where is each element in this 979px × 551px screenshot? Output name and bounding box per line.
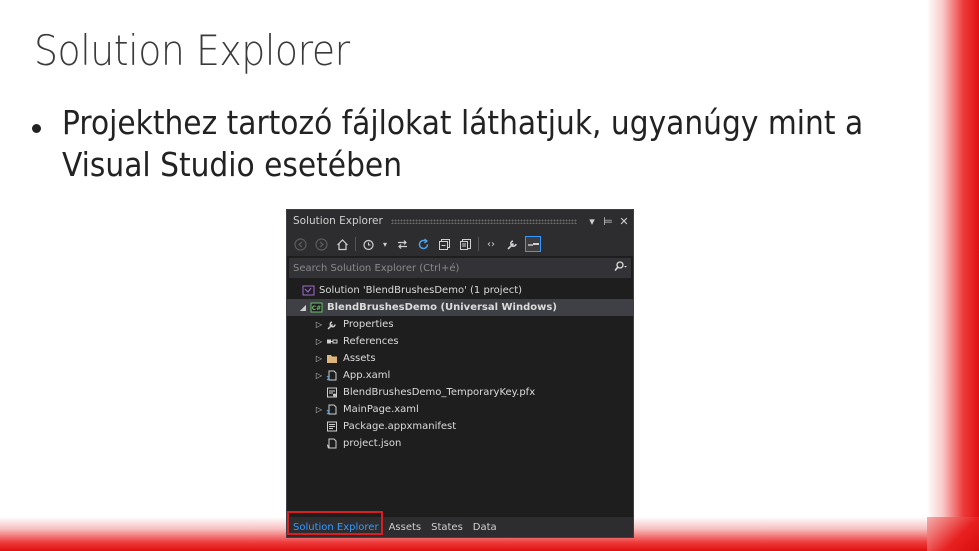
back-icon[interactable] bbox=[292, 236, 308, 252]
bullet-text-line-1: Projekthez tartozó fájlokat láthatjuk, u… bbox=[62, 103, 864, 142]
tree-item-label: MainPage.xaml bbox=[343, 404, 419, 415]
tree-item-label: Package.appxmanifest bbox=[343, 421, 457, 432]
tree-item-label: BlendBrushesDemo_TemporaryKey.pfx bbox=[343, 387, 536, 398]
tree-item-project-json[interactable]: project.json bbox=[287, 435, 633, 452]
expand-arrow-icon[interactable]: ▷ bbox=[313, 337, 325, 346]
bullet-text: Projekthez tartozó fájlokat láthatjuk, u… bbox=[62, 102, 899, 186]
solution-explorer-panel: Solution Explorer ▾ ⊨ ✕ ▾ ‹› Search Solu… bbox=[286, 209, 634, 538]
tree-item-app-xaml[interactable]: ▷ App.xaml bbox=[287, 367, 633, 384]
panel-pin-icon[interactable]: ⊨ bbox=[601, 215, 615, 228]
collapse-arrow-icon[interactable]: ◢ bbox=[297, 303, 309, 312]
toolbar-separator bbox=[478, 237, 479, 251]
slide-title: Solution Explorer bbox=[34, 26, 350, 75]
tree-item-properties[interactable]: ▷ Properties bbox=[287, 316, 633, 333]
certificate-icon bbox=[325, 387, 339, 399]
pending-changes-icon[interactable] bbox=[360, 236, 376, 252]
manifest-icon bbox=[325, 421, 339, 433]
tree-item-label: BlendBrushesDemo (Universal Windows) bbox=[327, 302, 557, 313]
search-box bbox=[289, 258, 631, 278]
tree-item-assets[interactable]: ▷ Assets bbox=[287, 350, 633, 367]
home-icon[interactable] bbox=[334, 236, 350, 252]
forward-icon[interactable] bbox=[313, 236, 329, 252]
tree-item-project[interactable]: ◢ C# BlendBrushesDemo (Universal Windows… bbox=[287, 299, 633, 316]
tree-item-references[interactable]: ▷ References bbox=[287, 333, 633, 350]
folder-icon bbox=[325, 353, 339, 365]
tree-item-mainpage-xaml[interactable]: ▷ MainPage.xaml bbox=[287, 401, 633, 418]
tree-item-label: project.json bbox=[343, 438, 402, 449]
slide-frame-corner bbox=[927, 517, 979, 551]
expand-arrow-icon[interactable]: ▷ bbox=[313, 405, 325, 414]
expand-arrow-icon[interactable]: ▷ bbox=[313, 320, 325, 329]
tree-item-label: Properties bbox=[343, 319, 394, 330]
wrench-icon bbox=[325, 319, 339, 331]
tab-data[interactable]: Data bbox=[468, 522, 502, 533]
tree-item-label: Assets bbox=[343, 353, 376, 364]
tree-item-label: Solution 'BlendBrushesDemo' (1 project) bbox=[319, 285, 523, 296]
toolbar-separator bbox=[355, 237, 356, 251]
panel-close-icon[interactable]: ✕ bbox=[617, 215, 631, 228]
properties-icon[interactable] bbox=[504, 236, 520, 252]
slide-frame-right bbox=[927, 0, 979, 551]
csharp-project-icon: C# bbox=[309, 302, 323, 314]
tree-item-temporary-key[interactable]: BlendBrushesDemo_TemporaryKey.pfx bbox=[287, 384, 633, 401]
search-input[interactable] bbox=[289, 261, 609, 275]
json-file-icon bbox=[325, 438, 339, 450]
tab-states[interactable]: States bbox=[426, 522, 468, 533]
solution-tree: Solution 'BlendBrushesDemo' (1 project) … bbox=[287, 282, 633, 452]
svg-text:C#: C# bbox=[311, 305, 320, 312]
preview-icon[interactable] bbox=[525, 236, 541, 252]
panel-toolbar: ▾ ‹› bbox=[287, 232, 633, 256]
panel-drag-grip[interactable] bbox=[390, 218, 577, 224]
panel-title: Solution Explorer bbox=[293, 215, 383, 227]
expand-arrow-icon[interactable]: ▷ bbox=[313, 354, 325, 363]
references-icon bbox=[325, 336, 339, 348]
tree-item-package-manifest[interactable]: Package.appxmanifest bbox=[287, 418, 633, 435]
tree-item-label: References bbox=[343, 336, 399, 347]
xaml-file-icon bbox=[325, 404, 339, 416]
highlight-box bbox=[287, 511, 383, 535]
view-code-icon[interactable]: ‹› bbox=[483, 236, 499, 252]
tab-assets[interactable]: Assets bbox=[384, 522, 427, 533]
refresh-icon[interactable] bbox=[415, 236, 431, 252]
show-all-files-icon[interactable] bbox=[457, 236, 473, 252]
sync-icon[interactable] bbox=[394, 236, 410, 252]
solution-icon bbox=[301, 285, 315, 297]
bullet-text-line-2: Visual Studio esetében bbox=[62, 145, 403, 184]
chevron-down-icon[interactable]: ▾ bbox=[381, 236, 389, 252]
collapse-all-icon[interactable] bbox=[436, 236, 452, 252]
xaml-file-icon bbox=[325, 370, 339, 382]
panel-titlebar: Solution Explorer ▾ ⊨ ✕ bbox=[287, 210, 633, 232]
panel-options-dropdown-icon[interactable]: ▾ bbox=[585, 215, 599, 228]
tree-item-label: App.xaml bbox=[343, 370, 391, 381]
search-icon[interactable] bbox=[609, 261, 631, 275]
bullet-point-icon bbox=[32, 124, 41, 133]
expand-arrow-icon[interactable]: ▷ bbox=[313, 371, 325, 380]
tree-item-solution[interactable]: Solution 'BlendBrushesDemo' (1 project) bbox=[287, 282, 633, 299]
